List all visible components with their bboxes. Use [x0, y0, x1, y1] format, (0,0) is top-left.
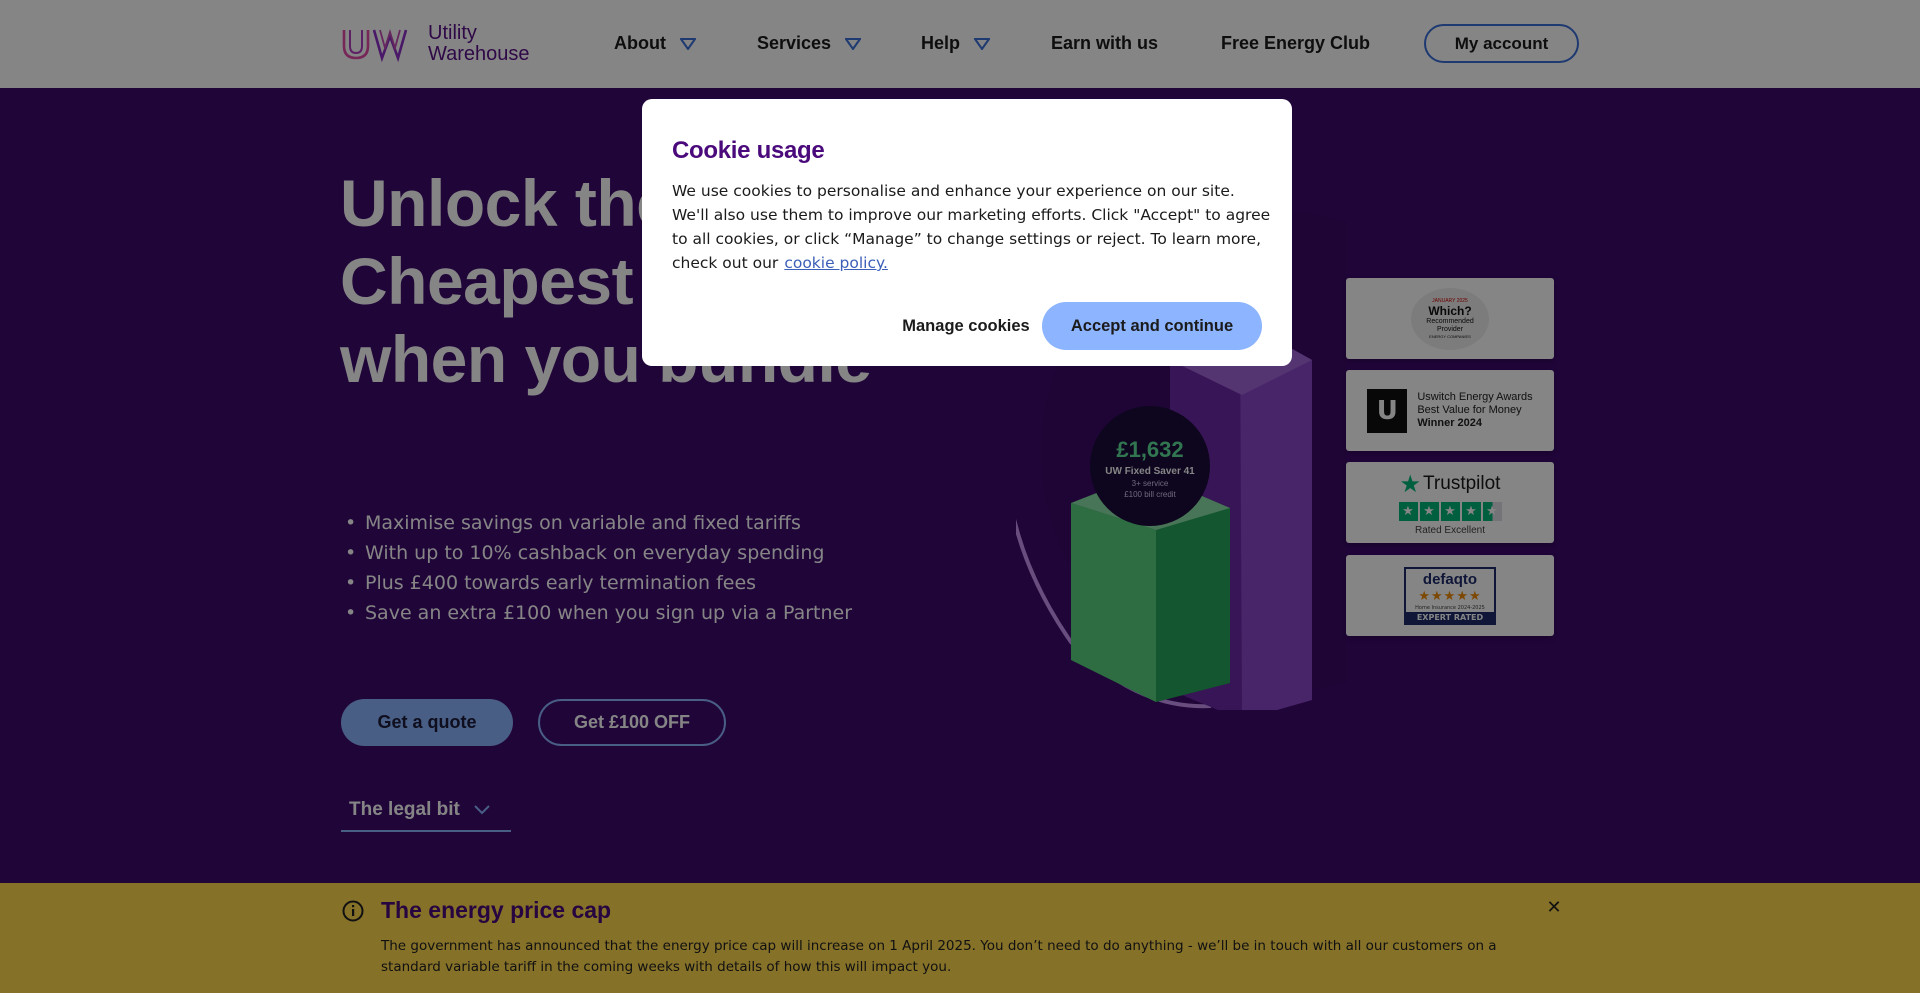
- cookie-dialog-text: We use cookies to personalise and enhanc…: [672, 179, 1272, 275]
- cookie-dialog: Cookie usage We use cookies to personali…: [642, 99, 1292, 366]
- cookie-policy-link[interactable]: cookie policy.: [784, 254, 888, 272]
- manage-cookies-button[interactable]: Manage cookies: [866, 302, 1066, 350]
- cookie-dialog-body: We use cookies to personalise and enhanc…: [672, 182, 1271, 272]
- cookie-dialog-title: Cookie usage: [672, 137, 825, 164]
- accept-and-continue-button[interactable]: Accept and continue: [1042, 302, 1262, 350]
